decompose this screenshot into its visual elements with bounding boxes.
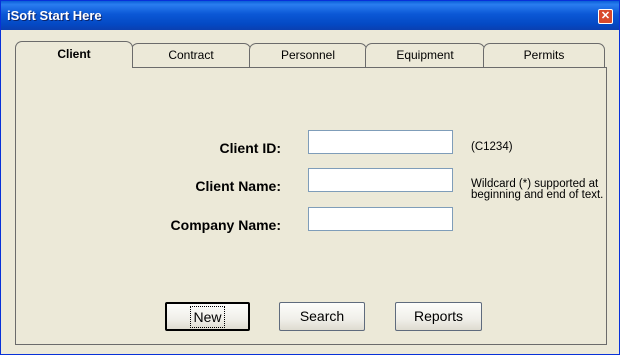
client-id-format-hint: (C1234)	[471, 141, 513, 153]
company-name-field[interactable]	[308, 207, 453, 231]
reports-button[interactable]: Reports	[395, 302, 482, 331]
client-id-label: Client ID:	[219, 140, 281, 156]
company-name-label: Company Name:	[170, 217, 281, 233]
tab-permits[interactable]: Permits	[483, 43, 605, 67]
new-button-label: New	[190, 306, 225, 328]
tab-equipment[interactable]: Equipment	[365, 43, 485, 67]
title-bar[interactable]: iSoft Start Here ✕	[1, 1, 619, 30]
close-icon[interactable]: ✕	[598, 9, 613, 24]
client-tab-panel: Client ID: (C1234) Client Name: Wildcard…	[15, 67, 607, 345]
client-name-label: Client Name:	[195, 178, 281, 194]
client-name-field[interactable]	[308, 168, 453, 192]
tab-client[interactable]: Client	[15, 41, 133, 68]
new-button[interactable]: New	[165, 302, 250, 331]
tab-contract[interactable]: Contract	[131, 43, 251, 67]
isoft-start-here-window: iSoft Start Here ✕ Client Contract Perso…	[0, 0, 620, 355]
search-button[interactable]: Search	[279, 302, 365, 331]
tab-personnel[interactable]: Personnel	[249, 43, 367, 67]
window-title: iSoft Start Here	[7, 8, 102, 23]
wildcard-hint: Wildcard (*) supported at beginning and …	[471, 178, 604, 201]
client-id-field[interactable]	[308, 130, 453, 154]
